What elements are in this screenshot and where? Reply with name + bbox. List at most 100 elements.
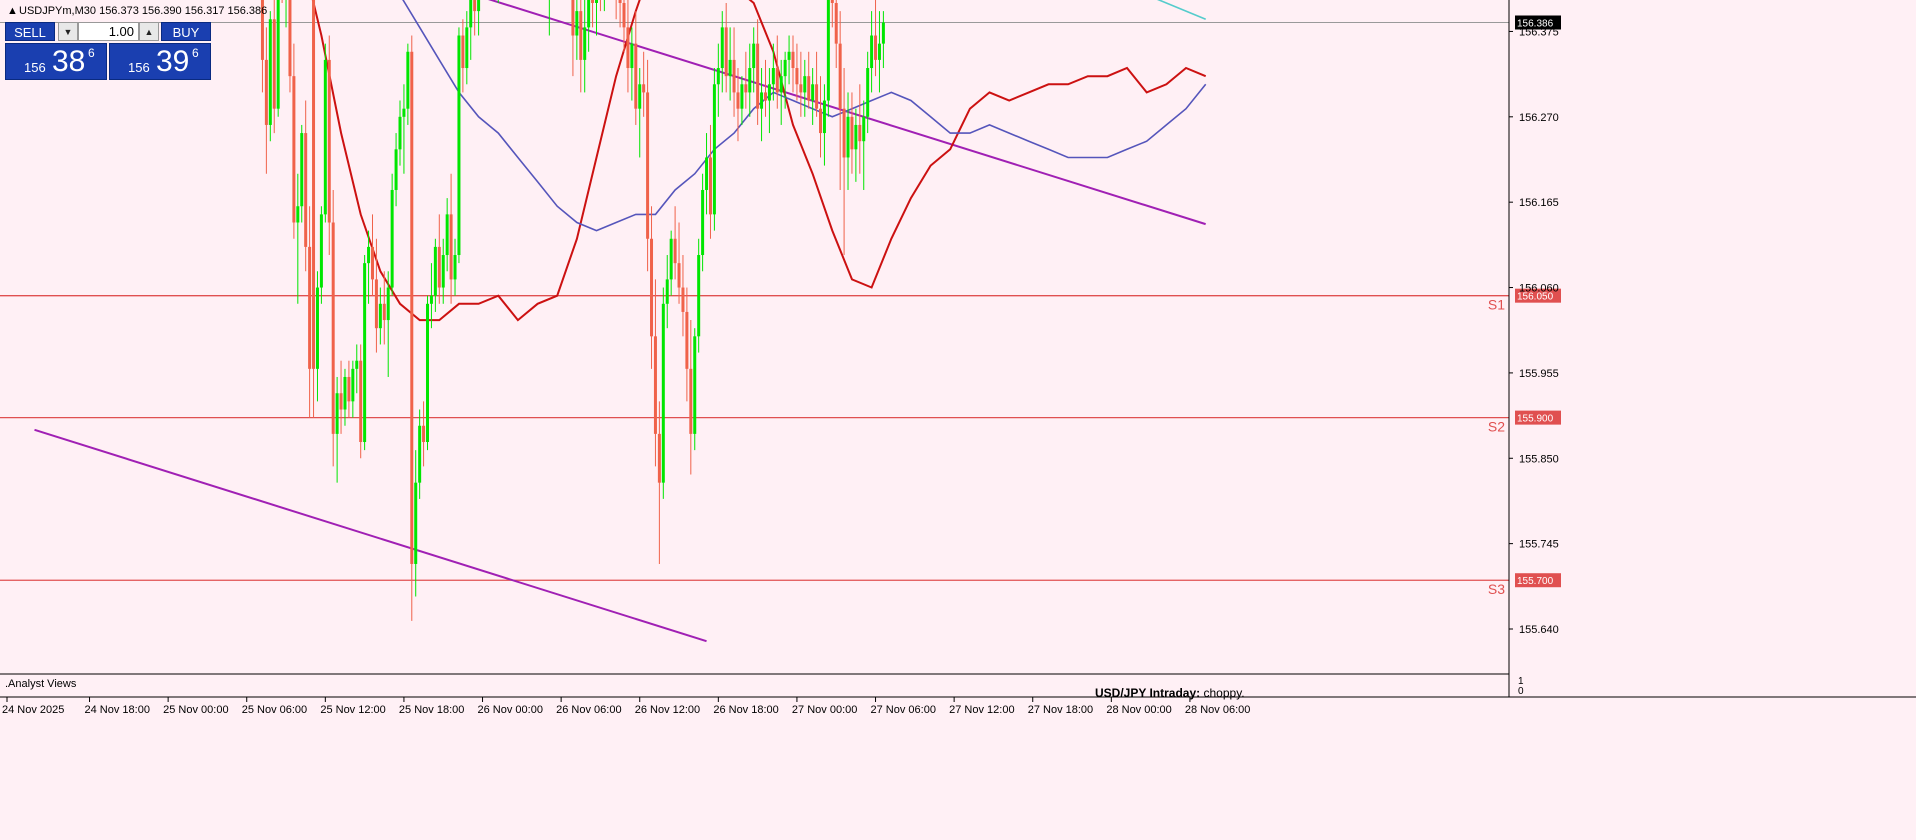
candle-body bbox=[272, 19, 276, 109]
candle-body bbox=[461, 35, 465, 69]
candle-body bbox=[646, 92, 650, 239]
sell-quote[interactable]: 156 38 6 bbox=[5, 43, 107, 80]
x-tick-label: 24 Nov 18:00 bbox=[85, 704, 150, 716]
candle-body bbox=[374, 279, 378, 329]
buy-button[interactable]: BUY bbox=[161, 22, 211, 41]
x-tick-label: 27 Nov 00:00 bbox=[792, 704, 857, 716]
candle-body bbox=[705, 157, 709, 190]
x-tick-label: 28 Nov 00:00 bbox=[1106, 704, 1171, 716]
lot-size-input[interactable]: 1.00 bbox=[78, 22, 139, 41]
candle-body bbox=[822, 100, 826, 134]
candle-body bbox=[740, 84, 744, 109]
candle-body bbox=[763, 92, 767, 101]
candle-body bbox=[819, 108, 823, 134]
x-tick-label: 28 Nov 06:00 bbox=[1185, 704, 1250, 716]
candle-body bbox=[811, 84, 815, 101]
candle-body bbox=[595, 0, 598, 3]
candle-body bbox=[575, 11, 579, 36]
candle-body bbox=[665, 279, 669, 304]
candle-body bbox=[732, 59, 736, 93]
x-tick-label: 26 Nov 18:00 bbox=[713, 704, 778, 716]
x-tick-label: 27 Nov 12:00 bbox=[949, 704, 1014, 716]
candle-body bbox=[457, 35, 461, 256]
candle-body bbox=[469, 0, 473, 28]
candle-body bbox=[308, 246, 312, 369]
candle-body bbox=[296, 206, 300, 223]
candle-body bbox=[465, 27, 469, 69]
candle-body bbox=[445, 214, 449, 256]
candle-body bbox=[771, 68, 775, 85]
price-chart: R3156.950R2156.750Pivot156.600S1156.050S… bbox=[0, 0, 1916, 840]
candle-body bbox=[433, 246, 437, 296]
candle-body bbox=[689, 368, 693, 434]
level-name-s2: S2 bbox=[1488, 419, 1505, 435]
candle-body bbox=[414, 482, 418, 564]
sell-button[interactable]: SELL bbox=[5, 22, 55, 41]
candle-body bbox=[410, 51, 414, 564]
candle-body bbox=[877, 43, 881, 60]
candle-body bbox=[791, 51, 795, 69]
candle-body bbox=[355, 360, 359, 369]
candle-body bbox=[838, 43, 842, 109]
candle-body bbox=[850, 116, 854, 150]
candle-body bbox=[335, 393, 339, 434]
candle-body bbox=[312, 0, 316, 369]
candle-body bbox=[418, 425, 422, 483]
candle-body bbox=[756, 43, 760, 109]
candle-body bbox=[402, 108, 406, 117]
candle-body bbox=[292, 76, 296, 223]
candle-body bbox=[815, 84, 819, 109]
candle-body bbox=[807, 76, 811, 101]
candle-body bbox=[728, 59, 732, 77]
candle-body bbox=[264, 59, 268, 125]
candle-body bbox=[571, 0, 575, 36]
candle-body bbox=[477, 0, 481, 12]
sell-quote-main: 38 bbox=[52, 45, 86, 78]
candle-body bbox=[449, 214, 453, 280]
candle-body bbox=[331, 222, 335, 434]
candle-body bbox=[429, 295, 433, 304]
candle-body bbox=[752, 43, 756, 69]
candle-body bbox=[630, 43, 634, 69]
buy-quote[interactable]: 156 39 6 bbox=[109, 43, 211, 80]
annotation-value: choppy. bbox=[1203, 686, 1245, 700]
candle-body bbox=[736, 92, 740, 109]
candle-body bbox=[288, 0, 292, 77]
candle-body bbox=[622, 2, 626, 28]
candle-body bbox=[697, 255, 701, 337]
sell-quote-fraction: 6 bbox=[88, 46, 95, 60]
lot-increase-button[interactable]: ▲ bbox=[139, 22, 159, 41]
x-tick-label: 26 Nov 00:00 bbox=[478, 704, 543, 716]
candle-body bbox=[304, 133, 308, 247]
candle-body bbox=[653, 336, 657, 434]
lot-decrease-button[interactable]: ▼ bbox=[58, 22, 78, 41]
candle-body bbox=[406, 51, 410, 109]
candle-body bbox=[661, 303, 665, 483]
candle-body bbox=[681, 287, 685, 312]
candle-body bbox=[724, 27, 728, 77]
candle-body bbox=[830, 0, 834, 3]
candle-body bbox=[799, 84, 803, 93]
candle-body bbox=[638, 84, 642, 109]
sell-quote-prefix: 156 bbox=[24, 60, 46, 75]
chart-header-arrow[interactable]: ▲ bbox=[7, 5, 18, 17]
level-name-s3: S3 bbox=[1488, 581, 1505, 597]
candle-body bbox=[394, 149, 398, 190]
candle-body bbox=[783, 59, 787, 77]
candle-body bbox=[795, 68, 799, 85]
candle-body bbox=[642, 84, 646, 93]
y-tick-label: 156.270 bbox=[1519, 112, 1559, 124]
candle-body bbox=[650, 238, 654, 337]
candle-body bbox=[618, 0, 622, 3]
candle-body bbox=[787, 51, 791, 60]
candle-body bbox=[583, 27, 587, 60]
x-tick-label: 25 Nov 06:00 bbox=[242, 704, 307, 716]
y-tick-label: 155.850 bbox=[1519, 453, 1559, 465]
candle-body bbox=[862, 116, 866, 142]
y-tick-label: 156.375 bbox=[1519, 26, 1559, 38]
candle-body bbox=[591, 0, 595, 3]
candle-body bbox=[803, 76, 807, 93]
buy-quote-main: 39 bbox=[156, 45, 190, 78]
candle-body bbox=[748, 68, 752, 93]
candle-body bbox=[422, 425, 426, 443]
